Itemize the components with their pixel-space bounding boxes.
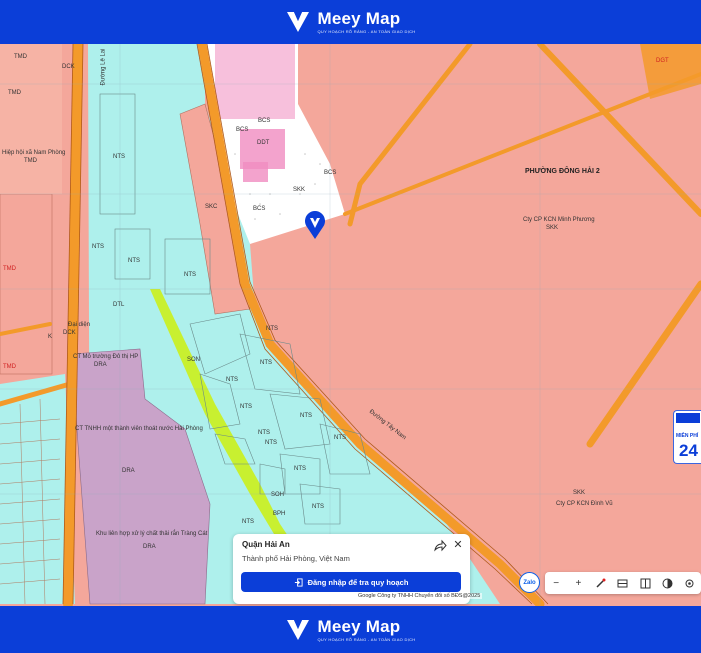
zone-label: K — [48, 334, 53, 340]
zone-label: NTS — [312, 504, 324, 510]
map-attribution: Google Công ty TNHH Chuyển đổi số BĐS@20… — [356, 593, 483, 599]
zone-label: BCS — [324, 170, 337, 176]
zone-label: DCK — [63, 330, 76, 336]
ward-label: PHƯỜNG ĐÔNG HẢI 2 — [525, 168, 600, 175]
zone-label: DTL — [113, 302, 125, 308]
zone-label: DGT — [656, 58, 669, 64]
brand-name: Meey Map — [317, 9, 401, 28]
minus-icon[interactable]: − — [549, 576, 563, 590]
zone-label: TMD — [3, 266, 16, 272]
zone-label: SOH — [271, 492, 285, 498]
zone-label: SKC — [205, 204, 218, 210]
zone-label: NTS — [92, 244, 104, 250]
zone-label: SKK — [573, 490, 586, 496]
zone-label: BCS — [258, 118, 271, 124]
login-button-label: Đăng nhập để tra quy hoạch — [307, 577, 409, 587]
zone-label: DDT — [257, 140, 270, 146]
zone-label: NTS — [240, 404, 252, 410]
place-label: Khu liên hợp xử lý chất thải rắn Tràng C… — [96, 531, 208, 537]
zone-label: NTS — [294, 466, 306, 472]
zone-label: DRA — [94, 362, 107, 368]
top-brand-bar: Meey Map QUY HOẠCH RÕ RÀNG - AN TOÀN GIA… — [0, 0, 701, 44]
zone-label: NTS — [226, 377, 238, 383]
brand-name: Meey Map — [317, 616, 401, 636]
zone-label: NTS — [258, 430, 270, 436]
zone-label: SKK — [546, 225, 559, 231]
close-icon[interactable]: ✕ — [451, 538, 465, 552]
meey-logo-icon — [287, 619, 310, 640]
login-button[interactable]: Đăng nhập để tra quy hoạch — [241, 572, 461, 592]
planning-map[interactable]: TMD DCK TMD Hiệp hội xã Nam Phòng TMD NT… — [0, 44, 701, 606]
zone-label: NTS — [113, 154, 125, 160]
zone-label: NTS — [184, 272, 196, 278]
locate-icon[interactable] — [683, 576, 697, 590]
place-label: Hiệp hội xã Nam Phòng — [2, 150, 66, 156]
place-label: Cty CP KCN Đình Vũ — [556, 501, 613, 507]
map-canvas — [0, 44, 701, 606]
zone-label: NTS — [265, 440, 277, 446]
promo-side-badge[interactable]: MIỄN PHÍ 24 — [673, 410, 701, 464]
zone-label: DRA — [122, 468, 135, 474]
split-icon[interactable] — [638, 576, 652, 590]
zone-label: TMD — [24, 158, 37, 164]
share-icon[interactable] — [433, 539, 447, 553]
promo-header — [676, 413, 700, 423]
zone-label: SON — [187, 357, 201, 363]
brand-footer[interactable]: Meey Map QUY HOẠCH RÕ RÀNG - AN TOÀN GIA… — [285, 617, 415, 643]
location-pin-icon[interactable] — [304, 210, 326, 240]
zone-label: BCS — [253, 206, 266, 212]
place-label: Đại diện — [68, 322, 91, 328]
brand-tagline: QUY HOẠCH RÕ RÀNG - AN TOÀN GIAO DỊCH — [317, 29, 416, 34]
zone-label: NTS — [266, 326, 278, 332]
zone-label: DCK — [62, 64, 75, 70]
promo-label: MIỄN PHÍ — [676, 433, 699, 439]
palette-icon[interactable] — [661, 576, 675, 590]
copyright-label: Công ty TNHH Chuyển đổi số BĐS@2025 — [377, 593, 481, 599]
zone-label: TMD — [14, 54, 27, 60]
zone-label: TMD — [3, 364, 16, 370]
compass-icon[interactable] — [594, 576, 608, 590]
zalo-button[interactable]: Zalo — [519, 572, 540, 593]
login-icon — [294, 577, 303, 587]
location-title: Quận Hải An — [242, 540, 290, 549]
location-subtitle: Thành phố Hải Phòng, Việt Nam — [242, 554, 350, 563]
meey-logo-icon — [287, 12, 310, 32]
layers-icon[interactable] — [616, 576, 630, 590]
zone-label: NTS — [242, 519, 254, 525]
promo-number: 24 — [679, 441, 698, 460]
brand-tagline: QUY HOẠCH RÕ RÀNG - AN TOÀN GIAO DỊCH — [317, 636, 416, 642]
brand[interactable]: Meey Map QUY HOẠCH RÕ RÀNG - AN TOÀN GIA… — [285, 9, 415, 35]
google-label: Google — [358, 593, 376, 599]
zone-label: NTS — [128, 258, 140, 264]
zone-label: TMD — [8, 90, 21, 96]
bottom-brand-bar: Meey Map QUY HOẠCH RÕ RÀNG - AN TOÀN GIA… — [0, 606, 701, 653]
zone-label: SKK — [293, 187, 306, 193]
zone-label: NTS — [300, 413, 312, 419]
zone-label: BCS — [236, 127, 249, 133]
place-label: Cty CP KCN Minh Phương — [523, 217, 595, 223]
road-label: Đường Lê Lai — [100, 48, 107, 86]
plus-icon[interactable]: + — [571, 576, 585, 590]
zone-label: NTS — [334, 435, 346, 441]
zone-label: BPH — [273, 511, 286, 517]
place-label: CT Mỏ trường Đô thị HP — [73, 354, 139, 360]
zone-label: DRA — [143, 544, 156, 550]
zone-label: NTS — [260, 360, 272, 366]
map-toolbar: − + — [545, 572, 701, 594]
place-label: CT TNHH một thành viên thoát nước Hải Ph… — [75, 426, 203, 432]
